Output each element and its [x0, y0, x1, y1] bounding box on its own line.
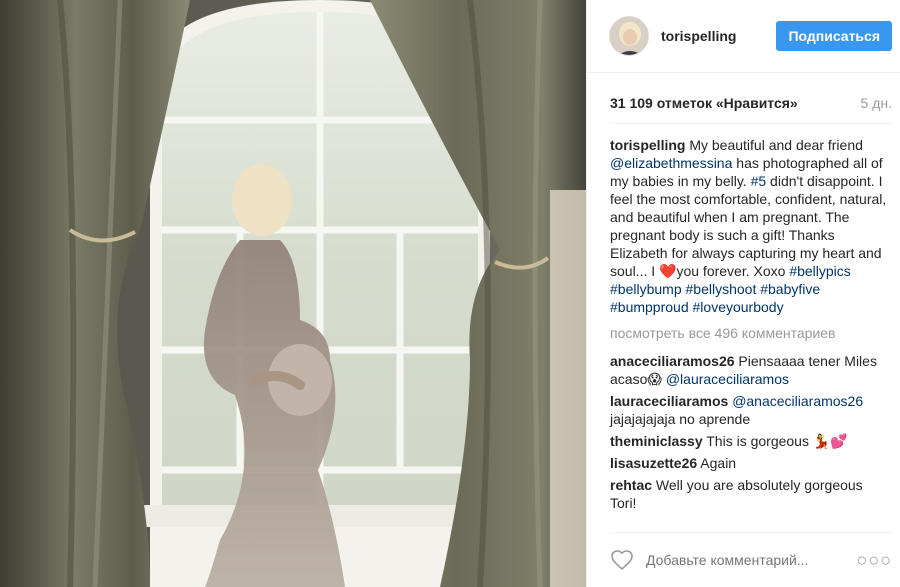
comment-text: ❤️ — [659, 263, 677, 279]
hashtag-link[interactable]: #bellypics — [789, 263, 850, 279]
mention-link[interactable]: @anaceciliaramos26 — [732, 393, 863, 409]
add-comment-input[interactable] — [646, 552, 857, 568]
comment-text: you forever. Xoxo — [676, 263, 790, 279]
heart-icon[interactable] — [610, 548, 634, 572]
photo-illustration — [0, 0, 586, 587]
mention-link[interactable]: @elizabethmessina — [610, 155, 732, 171]
comment-text: Again — [697, 455, 737, 471]
comment-text: jajajajajaja no aprende — [610, 411, 751, 427]
post-header: torispelling Подписаться — [587, 0, 900, 73]
post-stats: 31 109 отметок «Нравится» 5 дн. — [610, 73, 892, 124]
avatar[interactable] — [609, 16, 649, 56]
comment-items: anaceciliaramos26 Piensaaaa tener Miles … — [610, 352, 890, 512]
comment-item: anaceciliaramos26 Piensaaaa tener Miles … — [610, 352, 890, 388]
comment-username[interactable]: lisasuzette26 — [610, 455, 697, 471]
avatar-image — [610, 17, 648, 55]
comment-username[interactable]: theminiclassy — [610, 433, 703, 449]
hashtag-link[interactable]: #bumpproud — [610, 299, 689, 315]
comment-username[interactable]: rehtac — [610, 477, 652, 493]
comments-list: torispelling My beautiful and dear frien… — [587, 124, 900, 520]
instagram-post: torispelling Подписаться 31 109 отметок … — [0, 0, 900, 587]
hashtag-link[interactable]: #babyfive — [760, 281, 820, 297]
comment-item: lisasuzette26 Again — [610, 454, 890, 472]
likes-count[interactable]: 31 109 отметок «Нравится» — [610, 95, 798, 111]
more-options-icon[interactable]: ○○○ — [856, 550, 892, 571]
hashtag-link[interactable]: #loveyourbody — [693, 299, 784, 315]
mention-link[interactable]: @lauraceciliaramos — [666, 371, 789, 387]
post-photo[interactable] — [0, 0, 586, 587]
comment-item: lauraceciliaramos @anaceciliaramos26 jaj… — [610, 392, 890, 428]
username-link[interactable]: torispelling — [661, 28, 776, 44]
comment-text: This is gorgeous 💃💕 — [702, 433, 848, 449]
post-sidebar: torispelling Подписаться 31 109 отметок … — [586, 0, 900, 587]
view-all-comments-link[interactable]: посмотреть все 496 комментариев — [610, 324, 890, 342]
post-time[interactable]: 5 дн. — [861, 95, 892, 111]
comment-username[interactable]: anaceciliaramos26 — [610, 353, 735, 369]
post-footer: ○○○ — [610, 532, 892, 587]
comment-username[interactable]: torispelling — [610, 137, 685, 153]
hashtag-link[interactable]: #bellyshoot — [686, 281, 757, 297]
follow-button[interactable]: Подписаться — [776, 21, 892, 51]
comment-username[interactable]: lauraceciliaramos — [610, 393, 728, 409]
caption: torispelling My beautiful and dear frien… — [610, 136, 890, 316]
hashtag-link[interactable]: #5 — [751, 173, 767, 189]
comment-item: theminiclassy This is gorgeous 💃💕 — [610, 432, 890, 450]
comment-item: rehtac Well you are absolutely gorgeous … — [610, 476, 890, 512]
comment-text: My beautiful and dear friend — [685, 137, 863, 153]
hashtag-link[interactable]: #bellybump — [610, 281, 682, 297]
